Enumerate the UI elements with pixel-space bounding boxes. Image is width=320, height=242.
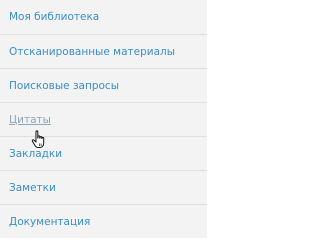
sidebar-item-label: Поисковые запросы (9, 79, 119, 92)
sidebar-menu: Моя библиотека Отсканированные материалы… (0, 0, 210, 242)
sidebar-item-notes[interactable]: Заметки (0, 170, 207, 204)
sidebar-item-label: Заметки (9, 181, 56, 194)
sidebar-item-label: Документация (9, 215, 91, 228)
sidebar-item-label: Цитаты (9, 113, 51, 126)
sidebar-item-search-queries[interactable]: Поисковые запросы (0, 68, 207, 102)
sidebar-item-documentation[interactable]: Документация (0, 204, 207, 238)
hand-pointer-icon (31, 130, 45, 148)
sidebar-item-label: Моя библиотека (9, 11, 100, 23)
sidebar-item-scanned-materials[interactable]: Отсканированные материалы (0, 34, 207, 68)
sidebar-item-label: Отсканированные материалы (9, 45, 176, 58)
sidebar-item-my-library[interactable]: Моя библиотека (0, 0, 207, 34)
